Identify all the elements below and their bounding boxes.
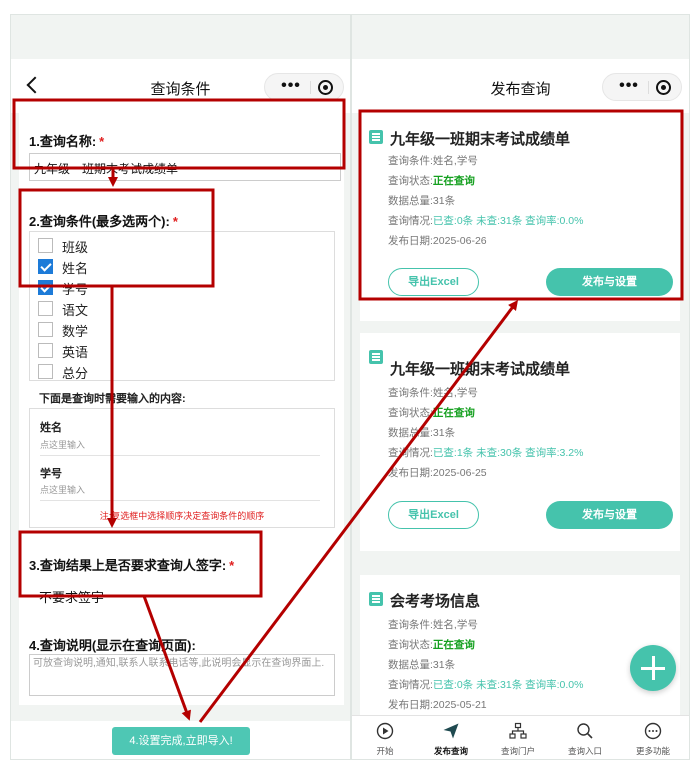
query-conditions-screen: 查询条件 ••• 1.查询名称: * 九年级一班期末考试成绩单 2.查询条件(最多… <box>10 14 351 760</box>
signature-select[interactable]: 不要求签字 <box>29 578 335 612</box>
checkbox[interactable] <box>38 343 53 358</box>
inputs-section-title: 下面是查询时需要输入的内容: <box>39 393 186 405</box>
field-label-student-id: 学号 <box>40 468 62 480</box>
tab-publish[interactable]: 发布查询 <box>418 720 484 759</box>
more-circle-icon <box>644 722 662 740</box>
name-preview-input[interactable]: 点这里输入 <box>40 438 320 456</box>
card-status: 查询状态:正在查询 <box>388 639 475 651</box>
card-stats: 查询情况:已查:1条 未查:30条 查询率:3.2% <box>388 447 584 459</box>
mini-program-capsule: ••• <box>264 73 344 101</box>
field-label-name: 姓名 <box>40 422 62 434</box>
checkbox-checked[interactable] <box>38 280 53 295</box>
card-title: 九年级一班期末考试成绩单 <box>390 131 571 148</box>
query-form: 1.查询名称: * 九年级一班期末考试成绩单 2.查询条件(最多选两个): * 班级… <box>19 113 344 705</box>
export-excel-button[interactable]: 导出Excel <box>388 268 479 296</box>
card-title: 九年级一班期末考试成绩单 <box>390 361 571 378</box>
query-card: 九年级一班期末考试成绩单 查询条件:姓名,学号 查询状态:正在查询 数据总量:3… <box>360 113 680 321</box>
close-target-icon[interactable] <box>318 80 333 95</box>
card-date: 发布日期:2025-05-21 <box>388 699 487 711</box>
play-circle-icon <box>376 722 394 740</box>
add-query-button[interactable] <box>630 645 676 691</box>
checkbox-checked[interactable] <box>38 259 53 274</box>
card-total: 数据总量:31条 <box>388 659 456 671</box>
card-stats: 查询情况:已查:0条 未查:31条 查询率:0.0% <box>388 679 584 691</box>
tab-more[interactable]: 更多功能 <box>620 720 686 759</box>
search-icon <box>577 723 593 739</box>
card-total: 数据总量:31条 <box>388 427 456 439</box>
tab-entry[interactable]: 查询入口 <box>552 720 618 759</box>
condition-options: 班级 姓名 学号 语文 数学 英语 总分 <box>29 231 335 381</box>
nav-bar: 查询条件 ••• <box>11 59 350 113</box>
order-note: 注:复选框中选择顺序决定查询条件的顺序 <box>99 511 265 521</box>
mini-program-capsule: ••• <box>602 73 682 101</box>
required-mark: * <box>99 134 105 149</box>
description-section-title: 4.查询说明(显示在查询页面): <box>29 638 196 653</box>
checkbox[interactable] <box>38 238 53 253</box>
export-excel-button[interactable]: 导出Excel <box>388 501 479 529</box>
card-conditions: 查询条件:姓名,学号 <box>388 155 478 167</box>
card-date: 发布日期:2025-06-25 <box>388 467 487 479</box>
import-button[interactable]: 4.设置完成,立即导入! <box>112 727 250 755</box>
capsule-divider <box>648 81 649 94</box>
query-card: 会考考场信息 查询条件:姓名,学号 查询状态:正在查询 数据总量:31条 查询情… <box>360 575 680 715</box>
name-section-title: 1.查询名称: * <box>29 134 105 149</box>
card-status: 查询状态:正在查询 <box>388 175 475 187</box>
card-date: 发布日期:2025-06-26 <box>388 235 487 247</box>
list-icon <box>369 592 383 606</box>
publish-settings-button[interactable]: 发布与设置 <box>546 268 673 296</box>
tab-start[interactable]: 开始 <box>352 720 418 759</box>
required-mark: * <box>229 558 235 573</box>
card-conditions: 查询条件:姓名,学号 <box>388 387 478 399</box>
bottom-bar: 4.设置完成,立即导入! <box>11 721 350 759</box>
nav-bar: 发布查询 ••• <box>352 59 689 113</box>
signature-section-title: 3.查询结果上是否要求查询人签字: * <box>29 558 235 573</box>
publish-query-screen: 发布查询 ••• 九年级一班期末考试成绩单 查询条件:姓名,学号 查询状态:正在… <box>351 14 690 760</box>
paper-plane-icon <box>443 723 459 739</box>
required-mark: * <box>172 214 178 229</box>
sitemap-icon <box>509 722 527 739</box>
list-icon <box>369 130 383 144</box>
list-icon <box>369 350 383 364</box>
capsule-divider <box>310 81 311 94</box>
student-id-preview-input[interactable]: 点这里输入 <box>40 483 320 501</box>
query-card: 九年级一班期末考试成绩单 查询条件:姓名,学号 查询状态:正在查询 数据总量:3… <box>360 333 680 551</box>
card-title: 会考考场信息 <box>390 593 481 610</box>
tab-portal[interactable]: 查询门户 <box>485 720 551 759</box>
checkbox[interactable] <box>38 301 53 316</box>
conditions-section-title: 2.查询条件(最多选两个): * <box>29 214 178 229</box>
checkbox[interactable] <box>38 322 53 337</box>
close-target-icon[interactable] <box>656 80 671 95</box>
card-total: 数据总量:31条 <box>388 195 456 207</box>
card-stats: 查询情况:已查:0条 未查:31条 查询率:0.0% <box>388 215 584 227</box>
query-inputs-preview: 姓名 点这里输入 学号 点这里输入 注:复选框中选择顺序决定查询条件的顺序 <box>29 408 335 528</box>
query-name-input[interactable]: 九年级一班期末考试成绩单 <box>29 153 341 181</box>
card-status: 查询状态:正在查询 <box>388 407 475 419</box>
publish-settings-button[interactable]: 发布与设置 <box>546 501 673 529</box>
more-dots-icon[interactable]: ••• <box>273 74 309 100</box>
tab-bar: 开始 发布查询 查询门户 查询入口 更多功能 <box>352 715 689 759</box>
checkbox[interactable] <box>38 364 53 379</box>
description-textarea[interactable]: 可放查询说明,通知,联系人联系电话等,此说明会显示在查询界面上. <box>29 654 335 696</box>
more-dots-icon[interactable]: ••• <box>611 74 647 100</box>
card-conditions: 查询条件:姓名,学号 <box>388 619 478 631</box>
